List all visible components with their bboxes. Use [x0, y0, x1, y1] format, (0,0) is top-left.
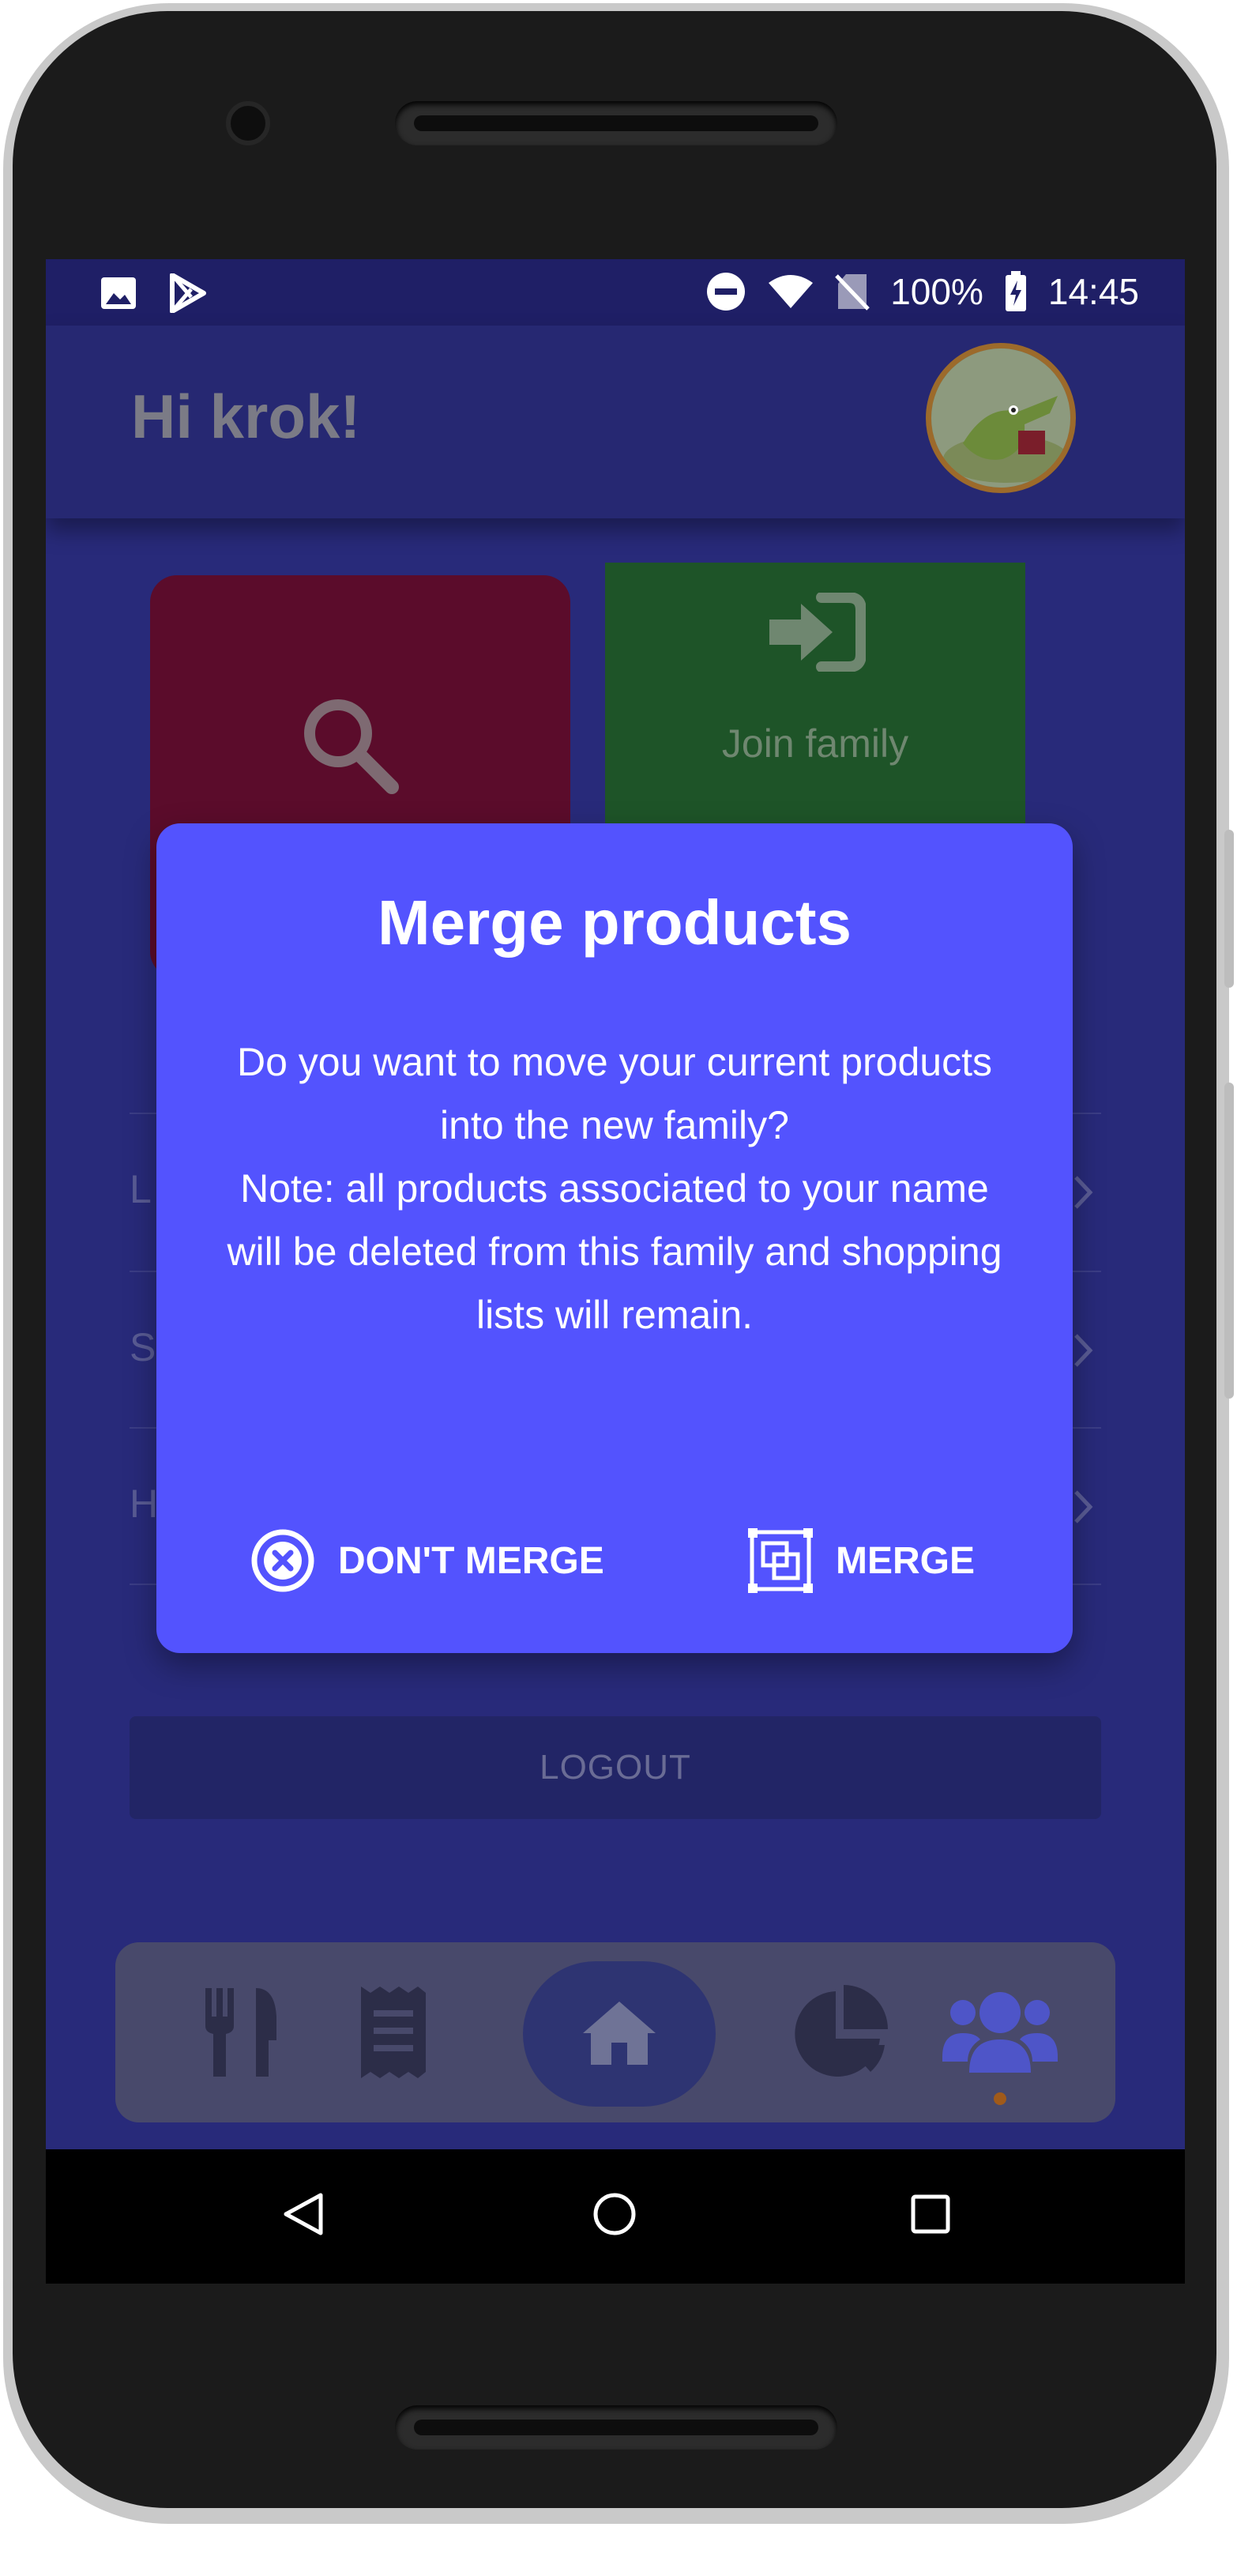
nav-receipt[interactable]	[314, 1942, 472, 2122]
crocodile-avatar[interactable]	[926, 343, 1076, 493]
play-store-icon	[170, 273, 206, 313]
chevron-right-icon	[1074, 1490, 1093, 1523]
users-icon	[942, 1992, 1058, 2073]
merge-icon	[748, 1528, 813, 1593]
app-header: Hi krok!	[46, 326, 1185, 518]
image-icon	[101, 277, 136, 309]
home-icon	[583, 2002, 656, 2065]
crocodile-icon	[931, 348, 1070, 488]
dont-merge-label: DON'T MERGE	[338, 1539, 604, 1582]
no-sim-icon	[835, 274, 870, 311]
bottom-nav	[115, 1942, 1115, 2122]
nav-home[interactable]	[523, 1942, 716, 2122]
close-circle-icon	[251, 1529, 314, 1592]
recents-icon[interactable]	[910, 2194, 951, 2235]
bottom-speaker	[395, 2405, 837, 2450]
join-family-label: Join family	[721, 721, 909, 766]
menu-row-label: L	[130, 1167, 152, 1211]
back-icon[interactable]	[281, 2190, 325, 2238]
search-icon	[304, 699, 399, 794]
status-bar: 100% 14:45	[46, 259, 1185, 326]
merge-label: MERGE	[836, 1539, 976, 1582]
screen: 100% 14:45 Hi krok! Join family L S H LO…	[46, 259, 1185, 2284]
dont-merge-button[interactable]: DON'T MERGE	[250, 1525, 604, 1596]
nav-utensils[interactable]	[163, 1942, 321, 2122]
dialog-title: Merge products	[377, 887, 852, 958]
chevron-right-icon	[1074, 1334, 1093, 1367]
volume-button	[1224, 830, 1234, 988]
logout-button[interactable]: LOGOUT	[130, 1716, 1101, 1819]
top-speaker	[395, 101, 837, 145]
home-circle-icon[interactable]	[591, 2190, 638, 2238]
front-camera	[226, 101, 270, 145]
wifi-icon	[769, 275, 814, 308]
dialog-note: Note: all products associated to your na…	[227, 1166, 1002, 1337]
nav-stats[interactable]	[761, 1942, 919, 2122]
dialog-message: Do you want to move your current product…	[236, 1040, 992, 1147]
menu-row-label: S	[130, 1325, 156, 1369]
do-not-disturb-icon	[707, 273, 746, 311]
menu-row-label: H	[130, 1482, 159, 1526]
sign-in-icon	[769, 593, 866, 672]
system-nav-bar	[46, 2149, 1185, 2284]
clock: 14:45	[1047, 271, 1139, 312]
pie-chart-icon	[795, 1985, 888, 2077]
merge-products-dialog: Merge products Do you want to move your …	[156, 823, 1073, 1653]
utensils-icon	[205, 1988, 276, 2077]
receipt-icon	[361, 1987, 426, 2078]
battery-charging-icon	[1005, 271, 1026, 311]
greeting-title: Hi krok!	[131, 382, 361, 451]
power-button	[1224, 1083, 1234, 1399]
battery-percent: 100%	[890, 271, 983, 312]
active-indicator	[994, 2092, 1006, 2105]
chevron-right-icon	[1074, 1176, 1093, 1209]
merge-button[interactable]: MERGE	[747, 1525, 975, 1596]
